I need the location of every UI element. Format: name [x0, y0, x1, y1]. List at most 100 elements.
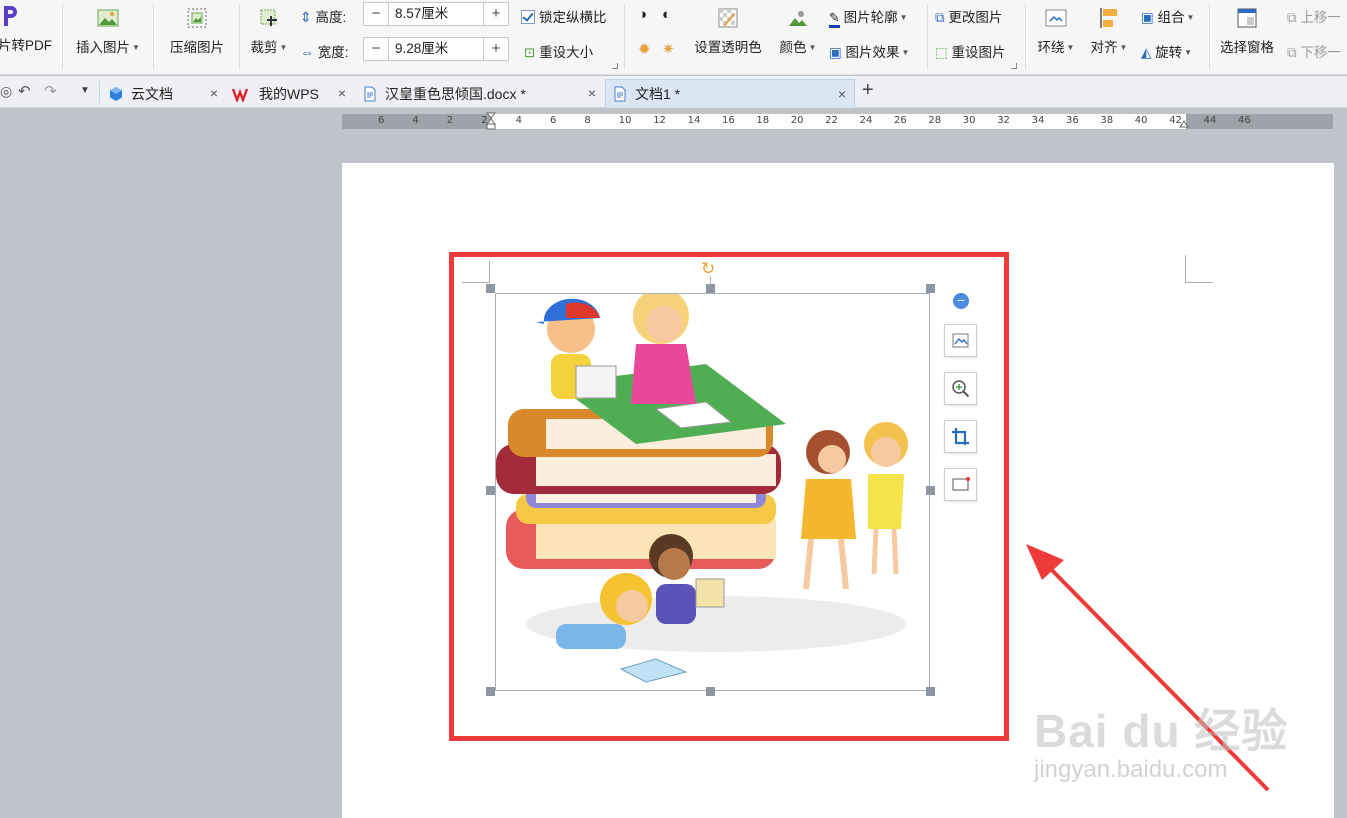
wps-logo-icon [232, 88, 249, 102]
compress-picture-button[interactable]: 压缩图片 [162, 6, 232, 56]
tab-document-1[interactable]: 文档1 * × [605, 79, 855, 108]
crop-label: 裁剪 [250, 40, 278, 55]
word-doc-icon [364, 86, 376, 101]
chevron-down-icon: ▼ [899, 13, 908, 22]
save-icon[interactable]: ◎ [0, 83, 12, 100]
size-dialog-launcher[interactable] [612, 63, 618, 69]
rotate-button[interactable]: ◭ 旋转 ▼ [1141, 41, 1192, 61]
bring-forward-icon: ⧉ [1287, 10, 1297, 25]
new-tab-button[interactable]: + [862, 79, 874, 102]
separator [153, 4, 154, 70]
checkbox-checked-icon [521, 10, 535, 24]
rotate-label: 旋转 [1155, 45, 1183, 60]
horizontal-ruler: 6 4 2 2 4 6 8 10 12 14 16 18 20 22 24 26 28 30 32 34 36 38 40 4… [342, 112, 1333, 130]
wrap-icon [1045, 9, 1067, 27]
convert-to-pdf-label: 片转PDF [0, 38, 52, 53]
tab-label: 文档1 * [635, 86, 681, 102]
ruler-tick-label: 16 [722, 115, 735, 126]
reset-picture-button[interactable]: ⬚ 重设图片 [935, 41, 1006, 61]
reset-picture-label: 重设图片 [951, 45, 1006, 60]
picture-outline-label: 图片轮廓 [843, 10, 898, 25]
convert-to-pdf-button[interactable]: 片转PDF [0, 4, 54, 54]
set-transparent-color-button[interactable]: 设置透明色 [688, 6, 768, 56]
compress-icon [187, 8, 207, 28]
change-picture-button[interactable]: ⧉ 更改图片 [935, 6, 1002, 26]
quick-access-dropdown-icon[interactable]: ▼ [80, 85, 90, 96]
ruler-tick-label: 40 [1134, 115, 1148, 126]
tab-close-icon[interactable]: × [838, 86, 846, 102]
ruler-tick-label: 20 [790, 115, 804, 126]
brightness-increase-button[interactable]: ✹ [638, 40, 651, 58]
selection-pane-icon [1237, 8, 1257, 28]
ruler-text-area [492, 114, 1186, 129]
contrast-button[interactable]: ◑ [638, 6, 647, 23]
picture-effect-button[interactable]: ▣ 图片效果 ▼ [829, 41, 909, 61]
ruler-tick-label: 46 [1238, 115, 1251, 126]
set-transparent-color-label: 设置透明色 [694, 40, 762, 55]
contrast-decrease-button[interactable]: ◐ [662, 6, 671, 23]
tab-close-icon[interactable]: × [338, 85, 346, 101]
separator [624, 4, 625, 70]
separator [62, 4, 63, 70]
picture-effect-label: 图片效果 [845, 45, 900, 60]
picture-icon [97, 9, 119, 27]
color-button[interactable]: 颜色 ▼ [775, 6, 821, 56]
margin-corner-mark [1185, 255, 1213, 283]
redo-icon[interactable]: ↷ [44, 82, 57, 100]
ruler-tick-label: 14 [687, 115, 701, 126]
brightness-decrease-button[interactable]: ✷ [662, 40, 675, 58]
ruler-tick-label: 18 [756, 115, 770, 126]
ruler-tick-label: 6 [378, 115, 385, 126]
width-increment-button[interactable]: + [484, 38, 508, 60]
tab-close-icon[interactable]: × [588, 85, 596, 101]
effect-icon: ▣ [829, 45, 842, 60]
tab-close-icon[interactable]: × [210, 85, 218, 101]
separator [239, 4, 240, 70]
rotate-icon: ◭ [1141, 45, 1152, 60]
ruler-tick-label: 4 [412, 115, 419, 126]
height-input[interactable]: 8.57厘米 [388, 3, 484, 25]
ruler-tick-label: 6 [550, 115, 557, 126]
tab-document-hanhuang[interactable]: 汉皇重色思倾国.docx * × [356, 79, 604, 108]
send-backward-button[interactable]: ⧉ 下移一 [1287, 41, 1341, 61]
tab-my-wps[interactable]: 我的WPS × [228, 79, 354, 108]
width-spinner[interactable]: − 9.28厘米 + [363, 37, 509, 61]
crop-button[interactable]: 裁剪 ▼ [246, 6, 292, 56]
pdf-icon [4, 6, 17, 26]
picture-dialog-launcher[interactable] [1011, 63, 1017, 69]
change-picture-icon: ⧉ [935, 10, 945, 25]
undo-icon[interactable]: ↶ [18, 82, 31, 100]
width-decrement-button[interactable]: − [364, 38, 388, 60]
reset-size-button[interactable]: ⊡ 重设大小 [524, 41, 593, 61]
selection-pane-button[interactable]: 选择窗格 [1214, 6, 1280, 56]
tab-cloud-docs[interactable]: 云文档 × [102, 79, 226, 108]
height-spinner[interactable]: − 8.57厘米 + [363, 2, 509, 26]
picture-outline-button[interactable]: ✎ 图片轮廓 ▼ [829, 6, 908, 28]
left-indent-marker[interactable] [485, 112, 497, 130]
ruler-tick-label: 26 [894, 115, 907, 126]
transparent-color-icon [718, 8, 738, 28]
width-input[interactable]: 9.28厘米 [388, 38, 484, 60]
ruler-tick-label: 10 [618, 115, 632, 126]
tab-label: 汉皇重色思倾国.docx * [385, 85, 526, 102]
ruler-tick-label: 34 [1031, 115, 1045, 126]
ruler-tick-label: 4 [515, 115, 522, 126]
chevron-down-icon: ▼ [279, 43, 288, 52]
group-icon: ▣ [1141, 10, 1154, 25]
ruler-tick-label: 28 [928, 115, 942, 126]
crop-icon [260, 9, 277, 26]
width-label: ⇔ 宽度: [300, 44, 349, 60]
chevron-down-icon: ▼ [1119, 43, 1128, 52]
lock-ratio-checkbox[interactable]: 锁定纵横比 [521, 6, 607, 26]
insert-picture-button[interactable]: 插入图片 ▼ [70, 6, 146, 56]
highlight-box [449, 252, 1009, 741]
right-indent-marker[interactable] [1179, 116, 1189, 128]
bring-forward-button[interactable]: ⧉ 上移一 [1287, 6, 1341, 26]
watermark-url: jingyan.baidu.com [1034, 756, 1228, 783]
wrap-text-button[interactable]: 环绕 ▼ [1033, 6, 1079, 56]
word-doc-icon [614, 86, 626, 102]
group-button[interactable]: ▣ 组合 ▼ [1141, 6, 1194, 26]
height-decrement-button[interactable]: − [364, 3, 388, 25]
align-button[interactable]: 对齐 ▼ [1086, 6, 1132, 56]
height-increment-button[interactable]: + [484, 3, 508, 25]
